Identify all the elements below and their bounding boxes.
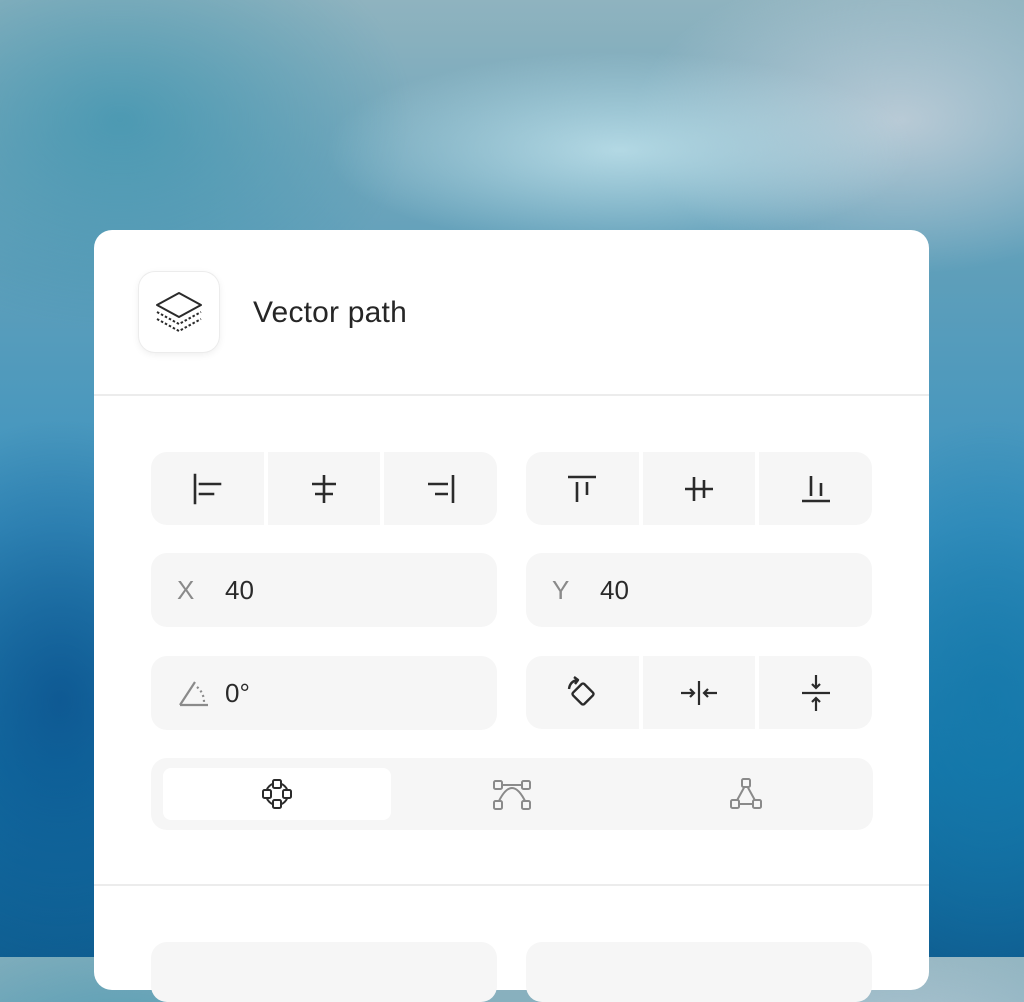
flip-vertical-button[interactable] <box>759 656 872 729</box>
flip-horizontal-icon <box>679 675 719 711</box>
layers-icon <box>153 289 205 335</box>
y-position-field[interactable]: Y 40 <box>526 553 872 627</box>
flip-vertical-icon <box>798 673 834 713</box>
align-bottom-icon <box>798 471 834 507</box>
align-middle-vertical-icon <box>681 471 717 507</box>
align-top-icon <box>564 471 600 507</box>
align-bottom-button[interactable] <box>759 452 872 525</box>
flip-horizontal-button[interactable] <box>642 656 756 729</box>
y-value[interactable]: 40 <box>600 575 629 606</box>
mode-polygon-button[interactable] <box>632 768 860 820</box>
mode-node-button[interactable] <box>163 768 391 820</box>
align-right-button[interactable] <box>384 452 497 525</box>
section-divider <box>94 884 929 886</box>
angle-icon <box>177 678 225 708</box>
align-left-button[interactable] <box>151 452 264 525</box>
path-mode-switcher <box>151 758 873 830</box>
x-label: X <box>177 574 195 605</box>
next-section-field-right[interactable] <box>526 942 872 1002</box>
bezier-curve-icon <box>492 777 532 811</box>
horizontal-align-group <box>151 452 497 525</box>
layer-type-badge <box>139 272 219 352</box>
align-left-icon <box>189 471 225 507</box>
panel-header: Vector path <box>94 230 929 395</box>
align-right-icon <box>423 471 459 507</box>
align-top-button[interactable] <box>526 452 639 525</box>
align-center-horizontal-icon <box>306 471 342 507</box>
node-circle-icon <box>260 777 294 811</box>
rotation-value[interactable]: 0° <box>225 678 250 709</box>
rotation-field[interactable]: 0° <box>151 656 497 730</box>
panel-title: Vector path <box>253 296 407 329</box>
mode-bezier-button[interactable] <box>398 768 626 820</box>
header-divider <box>94 394 929 396</box>
properties-panel: Vector path X 40 Y 40 0° <box>94 230 929 1002</box>
align-center-horizontal-button[interactable] <box>267 452 381 525</box>
rotate-button[interactable] <box>526 656 639 729</box>
x-value[interactable]: 40 <box>225 575 254 606</box>
align-middle-vertical-button[interactable] <box>642 452 756 525</box>
x-position-field[interactable]: X 40 <box>151 553 497 627</box>
triangle-nodes-icon <box>728 777 764 811</box>
rotate-icon <box>564 675 600 711</box>
y-label: Y <box>552 574 570 605</box>
transform-actions-group <box>526 656 872 729</box>
vertical-align-group <box>526 452 872 525</box>
next-section-field-left[interactable] <box>151 942 497 1002</box>
